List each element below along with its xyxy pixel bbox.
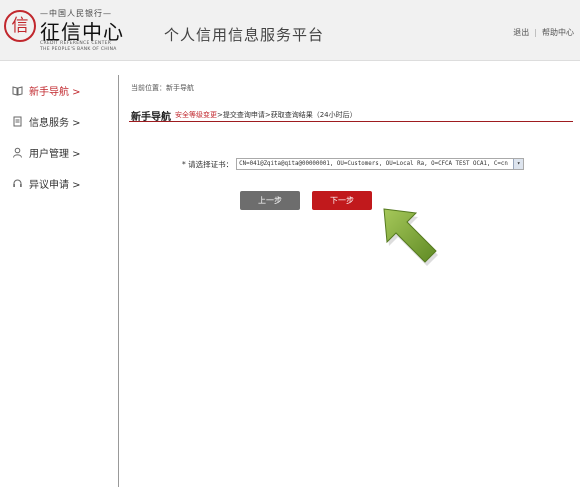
sidebar-item-label: 用户管理 > <box>29 149 81 160</box>
help-center-link[interactable]: 帮助中心 <box>542 28 574 37</box>
step-indicator: 安全等级变更>提交查询申请>获取查询结果（24小时后） <box>175 110 357 120</box>
user-icon <box>12 147 23 158</box>
sidebar: 新手导航 > 信息服务 > 用户管理 > 异议申请 > <box>0 75 118 199</box>
sidebar-item-beginner-guide[interactable]: 新手导航 > <box>0 75 118 106</box>
certificate-selected-value: CN=041@Zqita@qita@00000001, OU=Customers… <box>239 161 508 167</box>
headset-icon <box>12 178 23 189</box>
title-divider <box>129 121 573 122</box>
sidebar-divider <box>118 75 119 487</box>
platform-title: 个人信用信息服务平台 <box>164 26 325 44</box>
prev-step-button[interactable]: 上一步 <box>240 191 300 210</box>
document-icon <box>12 116 23 127</box>
pointer-arrow-icon <box>370 205 440 274</box>
sidebar-item-info-service[interactable]: 信息服务 > <box>0 106 118 137</box>
sidebar-item-user-management[interactable]: 用户管理 > <box>0 137 118 168</box>
logout-link[interactable]: 退出 <box>513 28 529 37</box>
current-step: 安全等级变更 <box>175 111 217 119</box>
certificate-label: * 请选择证书： <box>182 159 234 169</box>
header: 信 —中国人民银行— 征信中心 CREDIT REFERENCE CENTER … <box>0 0 580 61</box>
sidebar-item-label: 异议申请 > <box>29 180 81 191</box>
top-links: 退出 | 帮助中心 <box>513 27 574 38</box>
sidebar-item-label: 信息服务 > <box>29 118 81 129</box>
credit-center-emblem-icon: 信 <box>4 10 36 42</box>
logo-english-line-2: THE PEOPLE'S BANK OF CHINA <box>40 47 117 52</box>
next-step-button[interactable]: 下一步 <box>312 191 372 210</box>
link-separator: | <box>534 28 537 37</box>
breadcrumb: 当前位置：新手导航 <box>131 84 194 92</box>
sidebar-item-objection[interactable]: 异议申请 > <box>0 168 118 199</box>
logo-english-line-1: CREDIT REFERENCE CENTER <box>40 41 112 46</box>
certificate-select[interactable]: CN=041@Zqita@qita@00000001, OU=Customers… <box>236 158 525 170</box>
sidebar-item-label: 新手导航 > <box>29 87 81 98</box>
certificate-row: * 请选择证书： CN=041@Zqita@qita@00000001, OU=… <box>182 158 525 170</box>
remaining-steps: >提交查询申请>获取查询结果（24小时后） <box>217 111 357 119</box>
chevron-down-icon[interactable]: ▾ <box>513 159 524 169</box>
book-icon <box>12 85 23 96</box>
